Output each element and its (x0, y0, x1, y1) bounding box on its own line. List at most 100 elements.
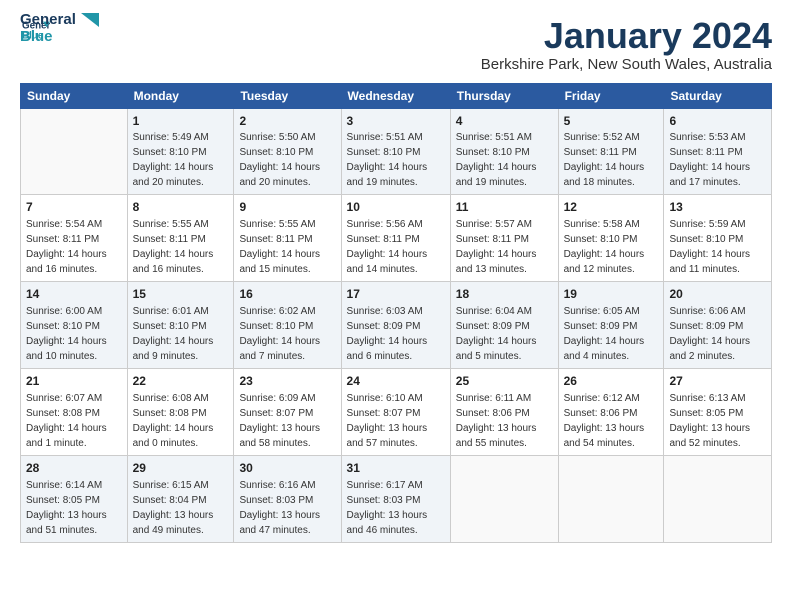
table-row: 6Sunrise: 5:53 AMSunset: 8:11 PMDaylight… (664, 108, 772, 195)
day-info: Sunrise: 6:17 AMSunset: 8:03 PMDaylight:… (347, 478, 445, 538)
table-row: 29Sunrise: 6:15 AMSunset: 8:04 PMDayligh… (127, 455, 234, 542)
table-row: 4Sunrise: 5:51 AMSunset: 8:10 PMDaylight… (450, 108, 558, 195)
col-sunday: Sunday (21, 83, 128, 108)
table-row: 30Sunrise: 6:16 AMSunset: 8:03 PMDayligh… (234, 455, 341, 542)
table-row: 20Sunrise: 6:06 AMSunset: 8:09 PMDayligh… (664, 282, 772, 369)
page: General Blue General Blue Jan (0, 0, 792, 612)
table-row: 28Sunrise: 6:14 AMSunset: 8:05 PMDayligh… (21, 455, 128, 542)
day-info: Sunrise: 5:55 AMSunset: 8:11 PMDaylight:… (133, 217, 229, 277)
day-number: 27 (669, 373, 766, 390)
day-number: 16 (239, 286, 335, 303)
day-number: 5 (564, 113, 659, 130)
day-number: 10 (347, 199, 445, 216)
day-number: 8 (133, 199, 229, 216)
day-info: Sunrise: 6:10 AMSunset: 8:07 PMDaylight:… (347, 391, 445, 451)
day-info: Sunrise: 5:57 AMSunset: 8:11 PMDaylight:… (456, 217, 553, 277)
day-info: Sunrise: 6:06 AMSunset: 8:09 PMDaylight:… (669, 304, 766, 364)
day-info: Sunrise: 5:49 AMSunset: 8:10 PMDaylight:… (133, 130, 229, 190)
day-number: 29 (133, 460, 229, 477)
table-row: 31Sunrise: 6:17 AMSunset: 8:03 PMDayligh… (341, 455, 450, 542)
logo-arrow-icon (81, 13, 99, 27)
location-subtitle: Berkshire Park, New South Wales, Austral… (481, 56, 772, 73)
logo-line2: Blue (20, 28, 53, 45)
table-row: 18Sunrise: 6:04 AMSunset: 8:09 PMDayligh… (450, 282, 558, 369)
table-row: 16Sunrise: 6:02 AMSunset: 8:10 PMDayligh… (234, 282, 341, 369)
day-number: 30 (239, 460, 335, 477)
table-row: 7Sunrise: 5:54 AMSunset: 8:11 PMDaylight… (21, 195, 128, 282)
day-info: Sunrise: 6:02 AMSunset: 8:10 PMDaylight:… (239, 304, 335, 364)
title-block: January 2024 Berkshire Park, New South W… (481, 16, 772, 73)
table-row: 9Sunrise: 5:55 AMSunset: 8:11 PMDaylight… (234, 195, 341, 282)
col-wednesday: Wednesday (341, 83, 450, 108)
table-row: 14Sunrise: 6:00 AMSunset: 8:10 PMDayligh… (21, 282, 128, 369)
col-monday: Monday (127, 83, 234, 108)
day-info: Sunrise: 6:01 AMSunset: 8:10 PMDaylight:… (133, 304, 229, 364)
col-tuesday: Tuesday (234, 83, 341, 108)
day-info: Sunrise: 5:59 AMSunset: 8:10 PMDaylight:… (669, 217, 766, 277)
day-number: 24 (347, 373, 445, 390)
day-info: Sunrise: 6:15 AMSunset: 8:04 PMDaylight:… (133, 478, 229, 538)
table-row: 1Sunrise: 5:49 AMSunset: 8:10 PMDaylight… (127, 108, 234, 195)
day-number: 14 (26, 286, 122, 303)
table-row: 26Sunrise: 6:12 AMSunset: 8:06 PMDayligh… (558, 368, 664, 455)
table-row: 21Sunrise: 6:07 AMSunset: 8:08 PMDayligh… (21, 368, 128, 455)
day-info: Sunrise: 6:08 AMSunset: 8:08 PMDaylight:… (133, 391, 229, 451)
table-row: 13Sunrise: 5:59 AMSunset: 8:10 PMDayligh… (664, 195, 772, 282)
day-info: Sunrise: 6:14 AMSunset: 8:05 PMDaylight:… (26, 478, 122, 538)
day-number: 20 (669, 286, 766, 303)
day-number: 2 (239, 113, 335, 130)
table-row: 23Sunrise: 6:09 AMSunset: 8:07 PMDayligh… (234, 368, 341, 455)
day-number: 18 (456, 286, 553, 303)
day-info: Sunrise: 6:11 AMSunset: 8:06 PMDaylight:… (456, 391, 553, 451)
day-info: Sunrise: 6:13 AMSunset: 8:05 PMDaylight:… (669, 391, 766, 451)
table-row: 22Sunrise: 6:08 AMSunset: 8:08 PMDayligh… (127, 368, 234, 455)
logo: General Blue General Blue (20, 16, 99, 46)
day-number: 15 (133, 286, 229, 303)
day-number: 3 (347, 113, 445, 130)
table-row: 27Sunrise: 6:13 AMSunset: 8:05 PMDayligh… (664, 368, 772, 455)
table-row (450, 455, 558, 542)
month-title: January 2024 (481, 16, 772, 56)
calendar-header-row: Sunday Monday Tuesday Wednesday Thursday… (21, 83, 772, 108)
table-row: 11Sunrise: 5:57 AMSunset: 8:11 PMDayligh… (450, 195, 558, 282)
table-row: 8Sunrise: 5:55 AMSunset: 8:11 PMDaylight… (127, 195, 234, 282)
table-row (21, 108, 128, 195)
day-info: Sunrise: 5:52 AMSunset: 8:11 PMDaylight:… (564, 130, 659, 190)
day-number: 17 (347, 286, 445, 303)
table-row: 15Sunrise: 6:01 AMSunset: 8:10 PMDayligh… (127, 282, 234, 369)
logo-line1: General (20, 11, 76, 28)
col-saturday: Saturday (664, 83, 772, 108)
day-info: Sunrise: 5:55 AMSunset: 8:11 PMDaylight:… (239, 217, 335, 277)
table-row (558, 455, 664, 542)
day-info: Sunrise: 5:51 AMSunset: 8:10 PMDaylight:… (456, 130, 553, 190)
header: General Blue General Blue Jan (20, 16, 772, 73)
calendar-week-row: 1Sunrise: 5:49 AMSunset: 8:10 PMDaylight… (21, 108, 772, 195)
day-number: 23 (239, 373, 335, 390)
day-number: 12 (564, 199, 659, 216)
day-info: Sunrise: 5:53 AMSunset: 8:11 PMDaylight:… (669, 130, 766, 190)
day-info: Sunrise: 6:12 AMSunset: 8:06 PMDaylight:… (564, 391, 659, 451)
day-number: 31 (347, 460, 445, 477)
table-row: 5Sunrise: 5:52 AMSunset: 8:11 PMDaylight… (558, 108, 664, 195)
day-info: Sunrise: 5:58 AMSunset: 8:10 PMDaylight:… (564, 217, 659, 277)
table-row: 2Sunrise: 5:50 AMSunset: 8:10 PMDaylight… (234, 108, 341, 195)
table-row (664, 455, 772, 542)
calendar-week-row: 28Sunrise: 6:14 AMSunset: 8:05 PMDayligh… (21, 455, 772, 542)
col-thursday: Thursday (450, 83, 558, 108)
day-info: Sunrise: 6:09 AMSunset: 8:07 PMDaylight:… (239, 391, 335, 451)
day-info: Sunrise: 6:03 AMSunset: 8:09 PMDaylight:… (347, 304, 445, 364)
table-row: 3Sunrise: 5:51 AMSunset: 8:10 PMDaylight… (341, 108, 450, 195)
day-info: Sunrise: 5:51 AMSunset: 8:10 PMDaylight:… (347, 130, 445, 190)
day-number: 26 (564, 373, 659, 390)
day-info: Sunrise: 5:50 AMSunset: 8:10 PMDaylight:… (239, 130, 335, 190)
day-number: 19 (564, 286, 659, 303)
day-number: 21 (26, 373, 122, 390)
calendar-week-row: 14Sunrise: 6:00 AMSunset: 8:10 PMDayligh… (21, 282, 772, 369)
day-info: Sunrise: 5:54 AMSunset: 8:11 PMDaylight:… (26, 217, 122, 277)
day-info: Sunrise: 6:05 AMSunset: 8:09 PMDaylight:… (564, 304, 659, 364)
day-number: 4 (456, 113, 553, 130)
table-row: 19Sunrise: 6:05 AMSunset: 8:09 PMDayligh… (558, 282, 664, 369)
day-info: Sunrise: 6:16 AMSunset: 8:03 PMDaylight:… (239, 478, 335, 538)
table-row: 17Sunrise: 6:03 AMSunset: 8:09 PMDayligh… (341, 282, 450, 369)
day-number: 13 (669, 199, 766, 216)
